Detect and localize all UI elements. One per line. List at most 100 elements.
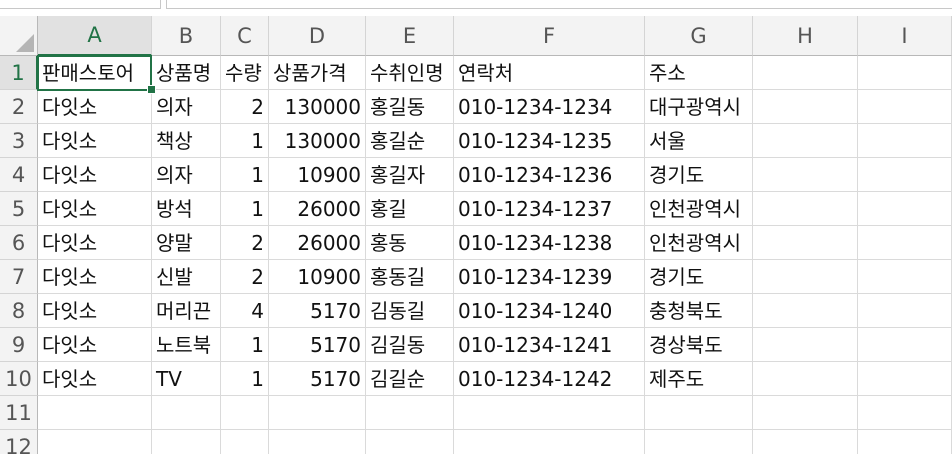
row-header-11[interactable]: 11 [0, 396, 38, 430]
column-header-b[interactable]: B [152, 16, 221, 56]
data-cell[interactable]: 의자 [152, 158, 220, 191]
data-cell[interactable]: 인천광역시 [645, 226, 752, 259]
data-cell[interactable]: 1 [221, 124, 268, 157]
data-cell[interactable]: 홍동길 [366, 260, 453, 293]
select-all-triangle-icon [16, 34, 34, 52]
data-cell[interactable]: 인천광역시 [645, 192, 752, 225]
data-cell[interactable]: 010-1234-1241 [454, 328, 644, 361]
row-header-7[interactable]: 7 [0, 260, 38, 294]
column-header-c[interactable]: C [221, 16, 269, 56]
data-cell[interactable]: 26000 [269, 226, 365, 259]
data-cell[interactable]: 26000 [269, 192, 365, 225]
column-header-a[interactable]: A [38, 16, 152, 56]
data-cell[interactable]: 제주도 [645, 362, 752, 395]
row-header-3[interactable]: 3 [0, 124, 38, 158]
data-cell[interactable]: 책상 [152, 124, 220, 157]
column-header-g[interactable]: G [645, 16, 753, 56]
data-cell[interactable]: 130000 [269, 90, 365, 123]
gridline-horizontal [38, 395, 952, 396]
data-cell[interactable]: 010-1234-1234 [454, 90, 644, 123]
name-box[interactable] [0, 0, 161, 9]
header-cell-c[interactable]: 수량 [221, 56, 268, 89]
column-header-h[interactable]: H [753, 16, 858, 56]
data-cell[interactable]: 2 [221, 226, 268, 259]
data-cell[interactable]: 다잇소 [38, 260, 151, 293]
data-cell[interactable]: 5170 [269, 362, 365, 395]
data-cell[interactable]: 다잇소 [38, 362, 151, 395]
header-cell-d[interactable]: 상품가격 [269, 56, 365, 89]
data-cell[interactable]: 홍길순 [366, 124, 453, 157]
formula-input[interactable] [166, 0, 952, 9]
data-cell[interactable]: 경상북도 [645, 328, 752, 361]
row-header-2[interactable]: 2 [0, 90, 38, 124]
data-cell[interactable]: 4 [221, 294, 268, 327]
data-cell[interactable]: 홍길 [366, 192, 453, 225]
row-header-6[interactable]: 6 [0, 226, 38, 260]
header-cell-f[interactable]: 연락처 [454, 56, 644, 89]
data-cell[interactable]: 충청북도 [645, 294, 752, 327]
data-cell[interactable]: 10900 [269, 260, 365, 293]
header-cell-b[interactable]: 상품명 [152, 56, 220, 89]
data-cell[interactable]: 다잇소 [38, 226, 151, 259]
row-header-1[interactable]: 1 [0, 56, 38, 90]
data-cell[interactable]: 서울 [645, 124, 752, 157]
row-header-9[interactable]: 9 [0, 328, 38, 362]
data-cell[interactable]: 다잇소 [38, 124, 151, 157]
data-cell[interactable]: 5170 [269, 294, 365, 327]
data-cell[interactable]: 10900 [269, 158, 365, 191]
data-cell[interactable]: 010-1234-1242 [454, 362, 644, 395]
data-cell[interactable]: 010-1234-1237 [454, 192, 644, 225]
spreadsheet-grid[interactable]: A B C D E F G H I 1 2 3 4 5 6 7 8 9 10 11 12 판매스토어 상품명 수량 상품가격 수취… [0, 16, 952, 454]
data-cell[interactable]: 경기도 [645, 260, 752, 293]
row-header-12[interactable]: 12 [0, 430, 38, 454]
data-cell[interactable]: 다잇소 [38, 192, 151, 225]
data-cell[interactable]: 010-1234-1239 [454, 260, 644, 293]
header-cell-a[interactable]: 판매스토어 [38, 56, 151, 89]
data-cell[interactable]: 의자 [152, 90, 220, 123]
data-cell[interactable]: 010-1234-1235 [454, 124, 644, 157]
data-cell[interactable]: 방석 [152, 192, 220, 225]
gridline-horizontal [38, 429, 952, 430]
row-header-10[interactable]: 10 [0, 362, 38, 396]
data-cell[interactable]: 양말 [152, 226, 220, 259]
data-cell[interactable]: 김길동 [366, 328, 453, 361]
formula-bar-area [0, 0, 952, 16]
data-cell[interactable]: 다잇소 [38, 328, 151, 361]
data-cell[interactable]: 010-1234-1238 [454, 226, 644, 259]
data-cell[interactable]: 홍동 [366, 226, 453, 259]
header-cell-g[interactable]: 주소 [645, 56, 752, 89]
row-header-5[interactable]: 5 [0, 192, 38, 226]
column-header-e[interactable]: E [366, 16, 454, 56]
data-cell[interactable]: 1 [221, 328, 268, 361]
data-cell[interactable]: 김동길 [366, 294, 453, 327]
data-cell[interactable]: 신발 [152, 260, 220, 293]
data-cell[interactable]: 다잇소 [38, 158, 151, 191]
data-cell[interactable]: 머리끈 [152, 294, 220, 327]
data-cell[interactable]: 1 [221, 158, 268, 191]
data-cell[interactable]: TV [152, 362, 220, 395]
fill-handle[interactable] [147, 85, 156, 94]
data-cell[interactable]: 010-1234-1236 [454, 158, 644, 191]
data-cell[interactable]: 김길순 [366, 362, 453, 395]
data-cell[interactable]: 2 [221, 260, 268, 293]
data-cell[interactable]: 다잇소 [38, 90, 151, 123]
data-cell[interactable]: 010-1234-1240 [454, 294, 644, 327]
data-cell[interactable]: 경기도 [645, 158, 752, 191]
column-header-f[interactable]: F [454, 16, 645, 56]
row-header-4[interactable]: 4 [0, 158, 38, 192]
data-cell[interactable]: 노트북 [152, 328, 220, 361]
data-cell[interactable]: 2 [221, 90, 268, 123]
column-header-i[interactable]: I [858, 16, 952, 56]
data-cell[interactable]: 5170 [269, 328, 365, 361]
header-cell-e[interactable]: 수취인명 [366, 56, 453, 89]
data-cell[interactable]: 다잇소 [38, 294, 151, 327]
data-cell[interactable]: 홍길동 [366, 90, 453, 123]
data-cell[interactable]: 130000 [269, 124, 365, 157]
data-cell[interactable]: 1 [221, 192, 268, 225]
data-cell[interactable]: 1 [221, 362, 268, 395]
data-cell[interactable]: 대구광역시 [645, 90, 752, 123]
row-header-8[interactable]: 8 [0, 294, 38, 328]
select-all-button[interactable] [0, 16, 38, 56]
data-cell[interactable]: 홍길자 [366, 158, 453, 191]
column-header-d[interactable]: D [269, 16, 366, 56]
